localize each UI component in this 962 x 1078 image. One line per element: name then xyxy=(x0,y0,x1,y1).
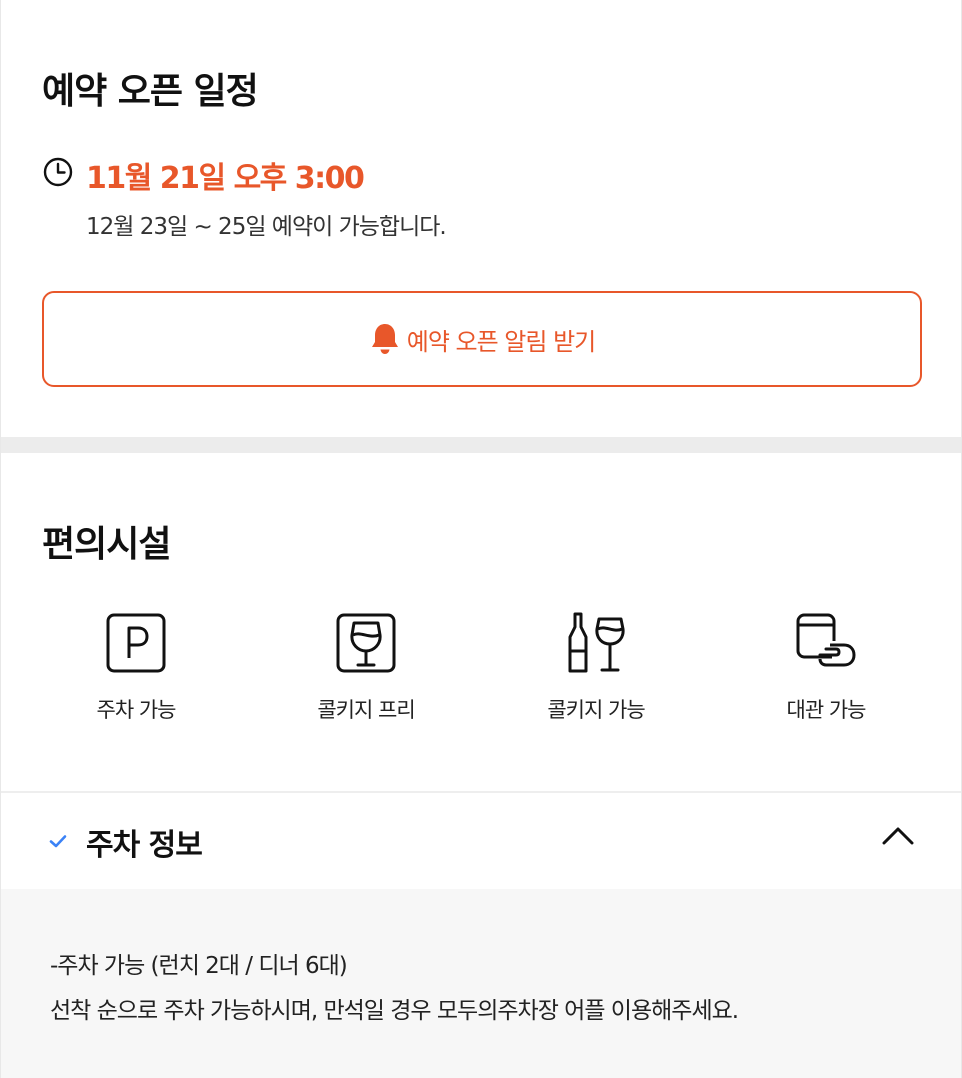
section-divider xyxy=(1,437,961,453)
open-datetime: 11월 21일 오후 3:00 xyxy=(86,161,365,196)
bell-icon xyxy=(371,324,398,354)
wine-bottle-glass-icon xyxy=(568,612,625,673)
open-description: 12월 23일 ~ 25일 예약이 가능합니다. xyxy=(86,214,447,240)
notify-open-button[interactable]: 예약 오픈 알림 받기 xyxy=(42,291,922,387)
parking-icon xyxy=(106,613,166,673)
parking-info-title: 주차 정보 xyxy=(86,828,203,863)
clock-icon xyxy=(43,157,73,187)
amenity-corkage-free: 콜키지 프리 xyxy=(266,611,466,731)
amenity-private-rental: 대관 가능 xyxy=(726,611,926,731)
wine-glass-icon xyxy=(336,613,396,673)
parking-info-line: 선착 순으로 주차 가능하시며, 만석일 경우 모두의주차장 어플 이용해주세요… xyxy=(50,998,739,1024)
amenity-label: 주차 가능 xyxy=(96,698,177,722)
amenity-label: 콜키지 가능 xyxy=(547,698,645,722)
amenity-parking: 주차 가능 xyxy=(36,611,236,731)
amenity-label: 콜키지 프리 xyxy=(317,698,415,722)
reservation-open-section: 예약 오픈 일정 11월 21일 오후 3:00 12월 23일 ~ 25일 예… xyxy=(1,0,961,437)
amenity-label: 대관 가능 xyxy=(786,698,867,722)
parking-info-line: -주차 가능 (런치 2대 / 디너 6대) xyxy=(50,953,348,979)
check-icon xyxy=(49,835,67,848)
private-room-icon xyxy=(796,613,856,667)
parking-info-toggle[interactable]: 주차 정보 xyxy=(1,793,961,889)
amenity-corkage-available: 콜키지 가능 xyxy=(496,611,696,731)
notify-button-label: 예약 오픈 알림 받기 xyxy=(406,327,597,356)
amenities-section: 편의시설 주차 가능 콜키지 프리 콜키지 가능 대관 가능 xyxy=(1,453,961,791)
parking-info-content: -주차 가능 (런치 2대 / 디너 6대) 선착 순으로 주차 가능하시며, … xyxy=(1,889,961,1078)
page: 예약 오픈 일정 11월 21일 오후 3:00 12월 23일 ~ 25일 예… xyxy=(0,0,962,1078)
reservation-section-title: 예약 오픈 일정 xyxy=(42,71,259,112)
amenities-section-title: 편의시설 xyxy=(42,524,171,565)
chevron-up-icon[interactable] xyxy=(881,823,915,847)
